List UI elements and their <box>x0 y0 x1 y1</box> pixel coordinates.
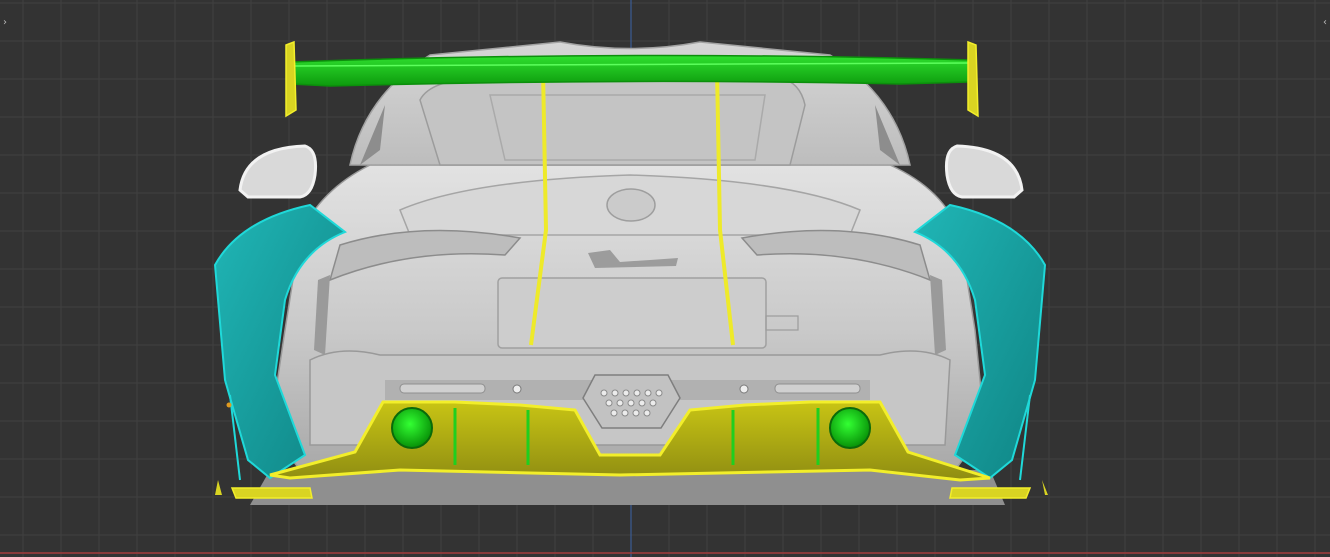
exhaust-left[interactable] <box>391 407 433 449</box>
car-model[interactable] <box>213 40 1048 505</box>
rear-window[interactable] <box>419 77 806 166</box>
rear-wing-green[interactable] <box>289 54 973 87</box>
chevron-right-icon[interactable]: › <box>0 18 10 28</box>
fuel-cap[interactable] <box>606 188 656 222</box>
viewport-canvas[interactable] <box>0 0 1330 557</box>
wing-endplate-left[interactable] <box>285 40 297 118</box>
exhaust-right[interactable] <box>829 407 871 449</box>
wing-endplate-right[interactable] <box>967 40 979 118</box>
3d-viewport[interactable]: › ‹ <box>0 0 1330 557</box>
pivot-point[interactable] <box>226 402 232 408</box>
splitter-right[interactable] <box>949 487 1032 499</box>
chevron-left-icon[interactable]: ‹ <box>1320 18 1330 28</box>
splitter-left[interactable] <box>230 487 313 499</box>
